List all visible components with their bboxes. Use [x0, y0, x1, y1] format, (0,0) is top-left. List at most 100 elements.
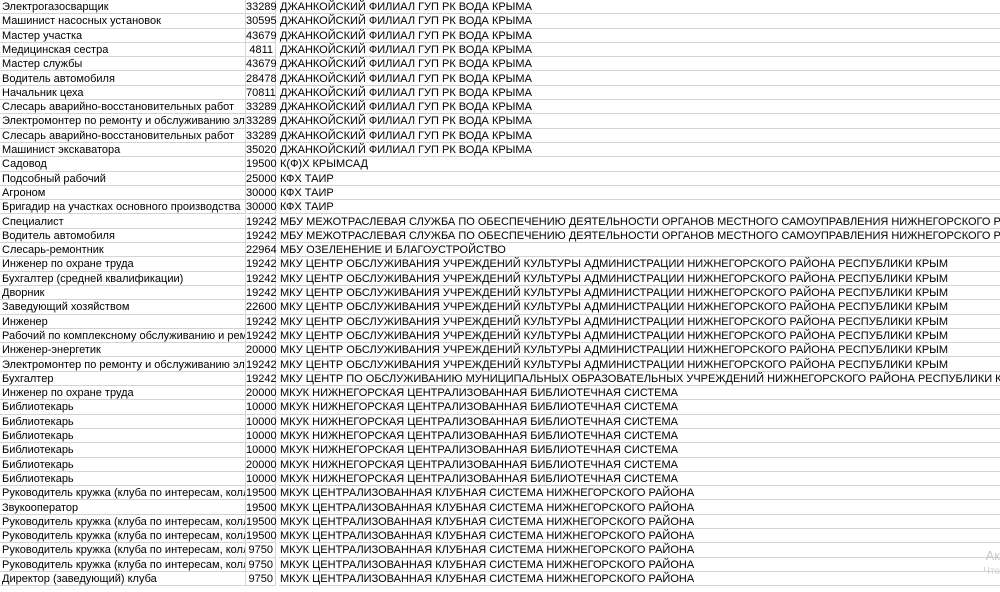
cell-position[interactable]: Электромонтер по ремонту и обслуживанию … [0, 114, 246, 129]
cell-employer[interactable]: ДЖАНКОЙСКИЙ ФИЛИАЛ ГУП РК ВОДА КРЫМА [279, 143, 1000, 158]
table-row[interactable]: Директор (заведующий) клуба 9750 МКУК ЦЕНТ… [0, 572, 1000, 587]
table-row[interactable]: Бригадир на участках основного производс… [0, 200, 1000, 215]
cell-employer[interactable]: ДЖАНКОЙСКИЙ ФИЛИАЛ ГУП РК ВОДА КРЫМА [279, 14, 1000, 29]
cell-employer[interactable]: МКУ ЦЕНТР ОБСЛУЖИВАНИЯ УЧРЕЖДЕНИЙ КУЛЬТУ… [279, 257, 1000, 272]
cell-salary[interactable]: 20000 [246, 343, 277, 358]
table-row[interactable]: Бухгалтер 19242 МКУ ЦЕНТР ПО ОБСЛУЖИВАНИЮ … [0, 371, 1000, 387]
cell-salary[interactable]: 30000 [246, 200, 277, 215]
cell-employer[interactable]: МКУ ЦЕНТР ПО ОБСЛУЖИВАНИЮ МУНИЦИПАЛЬНЫХ … [279, 372, 1000, 387]
cell-position[interactable]: Слесарь аварийно-восстановительных работ [0, 128, 246, 143]
cell-position[interactable]: Библиотекарь [0, 457, 246, 472]
cell-employer[interactable]: МКУК ЦЕНТРАЛИЗОВАННАЯ КЛУБНАЯ СИСТЕМА НИ… [279, 558, 1000, 572]
table-row[interactable]: Руководитель кружка (клуба по интересам,… [0, 529, 1000, 544]
cell-employer[interactable]: МКУК НИЖНЕГОРСКАЯ ЦЕНТРАЛИЗОВАННАЯ БИБЛИ… [279, 443, 1000, 458]
cell-employer[interactable]: ДЖАНКОЙСКИЙ ФИЛИАЛ ГУП РК ВОДА КРЫМА [279, 29, 1000, 43]
cell-employer[interactable]: МКУК НИЖНЕГОРСКАЯ ЦЕНТРАЛИЗОВАННАЯ БИБЛИ… [279, 415, 1000, 429]
cell-position[interactable]: Подсобный рабочий [0, 171, 246, 186]
table-row[interactable]: Звукооператор 19500 МКУК ЦЕНТРАЛИЗОВАННАЯ … [0, 500, 1000, 515]
cell-position[interactable]: Агроном [0, 185, 246, 201]
cell-salary[interactable]: 33289 [246, 128, 277, 143]
cell-salary[interactable]: 10000 [246, 443, 277, 458]
cell-salary[interactable]: 10000 [246, 414, 277, 429]
cell-position[interactable]: Инженер-энергетик [0, 343, 246, 358]
cell-employer[interactable]: МКУК НИЖНЕГОРСКАЯ ЦЕНТРАЛИЗОВАННАЯ БИБЛИ… [279, 472, 1000, 487]
cell-employer[interactable]: МКУК НИЖНЕГОРСКАЯ ЦЕНТРАЛИЗОВАННАЯ БИБЛИ… [279, 458, 1000, 472]
cell-employer[interactable]: МКУ ЦЕНТР ОБСЛУЖИВАНИЯ УЧРЕЖДЕНИЙ КУЛЬТУ… [279, 286, 1000, 301]
table-row[interactable]: Рабочий по комплексному обслуживанию и р… [0, 328, 1000, 344]
table-row[interactable]: Библиотекарь 10000 МКУК НИЖНЕГОРСКАЯ ЦЕНТР… [0, 414, 1000, 429]
cell-salary[interactable]: 33289 [246, 100, 277, 115]
cell-employer[interactable]: МКУК ЦЕНТРАЛИЗОВАННАЯ КЛУБНАЯ СИСТЕМА НИ… [279, 572, 1000, 587]
cell-position[interactable]: Дворник [0, 286, 246, 301]
cell-employer[interactable]: ДЖАНКОЙСКИЙ ФИЛИАЛ ГУП РК ВОДА КРЫМА [279, 100, 1000, 115]
cell-salary[interactable]: 22600 [246, 300, 277, 315]
cell-employer[interactable]: ДЖАНКОЙСКИЙ ФИЛИАЛ ГУП РК ВОДА КРЫМА [279, 86, 1000, 101]
table-row[interactable]: Электромонтер по ремонту и обслуживанию … [0, 357, 1000, 372]
cell-salary[interactable]: 19242 [246, 357, 277, 372]
cell-salary[interactable]: 19500 [246, 157, 277, 172]
cell-employer[interactable]: МКУ ЦЕНТР ОБСЛУЖИВАНИЯ УЧРЕЖДЕНИЙ КУЛЬТУ… [279, 300, 1000, 315]
cell-employer[interactable]: ДЖАНКОЙСКИЙ ФИЛИАЛ ГУП РК ВОДА КРЫМА [279, 57, 1000, 72]
cell-salary[interactable]: 9750 [246, 543, 276, 558]
table-row[interactable]: Мастер участка 43679 ДЖАНКОЙСКИЙ ФИЛИАЛ ГУ… [0, 28, 1000, 43]
cell-salary[interactable]: 10000 [246, 400, 277, 415]
cell-salary[interactable]: 43679 [246, 28, 277, 43]
table-row[interactable]: Слесарь аварийно-восстановительных работ… [0, 100, 1000, 115]
cell-position[interactable]: Слесарь аварийно-восстановительных работ [0, 100, 246, 115]
cell-position[interactable]: Руководитель кружка (клуба по интересам,… [0, 486, 246, 501]
cell-employer[interactable]: МБУ ОЗЕЛЕНЕНИЕ И БЛАГОУСТРОЙСТВО [279, 243, 1000, 258]
cell-salary[interactable]: 19242 [246, 271, 277, 286]
table-row[interactable]: Слесарь аварийно-восстановительных работ… [0, 128, 1000, 143]
table-row[interactable]: Специалист 19242 МБУ МЕЖОТРАСЛЕВАЯ СЛУЖБА … [0, 214, 1000, 229]
cell-salary[interactable]: 35020 [246, 143, 277, 158]
table-row[interactable]: Начальник цеха 70811 ДЖАНКОЙСКИЙ ФИЛИАЛ ГУ… [0, 85, 1000, 101]
cell-employer[interactable]: ДЖАНКОЙСКИЙ ФИЛИАЛ ГУП РК ВОДА КРЫМА [279, 129, 1000, 143]
table-row[interactable]: Электромонтер по ремонту и обслуживанию … [0, 114, 1000, 129]
cell-salary[interactable]: 22964 [246, 243, 277, 258]
cell-employer[interactable]: ДЖАНКОЙСКИЙ ФИЛИАЛ ГУП РК ВОДА КРЫМА [279, 72, 1000, 86]
cell-employer[interactable]: МКУК НИЖНЕГОРСКАЯ ЦЕНТРАЛИЗОВАННАЯ БИБЛИ… [279, 400, 1000, 415]
cell-position[interactable]: Инженер по охране труда [0, 257, 246, 272]
cell-position[interactable]: Водитель автомобиля [0, 71, 246, 86]
cell-salary[interactable]: 19500 [246, 529, 277, 544]
cell-employer[interactable]: МБУ МЕЖОТРАСЛЕВАЯ СЛУЖБА ПО ОБЕСПЕЧЕНИЮ … [279, 215, 1000, 229]
cell-position[interactable]: Инженер по охране труда [0, 386, 246, 401]
cell-salary[interactable]: 33289 [246, 0, 277, 15]
cell-employer[interactable]: МБУ МЕЖОТРАСЛЕВАЯ СЛУЖБА ПО ОБЕСПЕЧЕНИЮ … [279, 229, 1000, 244]
cell-salary[interactable]: 9750 [246, 572, 276, 587]
cell-salary[interactable]: 19500 [246, 486, 277, 501]
cell-employer[interactable]: КФХ ТАИР [279, 172, 1000, 186]
cell-salary[interactable]: 19242 [246, 257, 277, 272]
cell-salary[interactable]: 19242 [246, 228, 277, 244]
cell-employer[interactable]: МКУК НИЖНЕГОРСКАЯ ЦЕНТРАЛИЗОВАННАЯ БИБЛИ… [279, 386, 1000, 401]
cell-salary[interactable]: 19500 [246, 500, 277, 515]
table-row[interactable]: Руководитель кружка (клуба по интересам,… [0, 514, 1000, 530]
table-row[interactable]: Библиотекарь 10000 МКУК НИЖНЕГОРСКАЯ ЦЕНТР… [0, 429, 1000, 444]
cell-employer[interactable]: ДЖАНКОЙСКИЙ ФИЛИАЛ ГУП РК ВОДА КРЫМА [279, 43, 1000, 58]
cell-salary[interactable]: 33289 [246, 114, 277, 129]
table-row[interactable]: Библиотекарь 20000 МКУК НИЖНЕГОРСКАЯ ЦЕНТР… [0, 457, 1000, 472]
table-row[interactable]: Мастер службы 43679 ДЖАНКОЙСКИЙ ФИЛИАЛ ГУП… [0, 57, 1000, 72]
cell-salary[interactable]: 19242 [246, 371, 277, 387]
cell-position[interactable]: Библиотекарь [0, 414, 246, 429]
table-row[interactable]: Инженер-энергетик 20000 МКУ ЦЕНТР ОБСЛУЖИВ… [0, 343, 1000, 358]
cell-salary[interactable]: 43679 [246, 57, 277, 72]
table-row[interactable]: Подсобный рабочий 25000 КФХ ТАИР [0, 171, 1000, 186]
cell-position[interactable]: Библиотекарь [0, 429, 246, 444]
table-row[interactable]: Водитель автомобиля 28478 ДЖАНКОЙСКИЙ ФИЛИ… [0, 71, 1000, 86]
cell-employer[interactable]: МКУ ЦЕНТР ОБСЛУЖИВАНИЯ УЧРЕЖДЕНИЙ КУЛЬТУ… [279, 343, 1000, 358]
table-row[interactable]: Садовод 19500 К(Ф)Х КРЫМСАД [0, 157, 1000, 172]
cell-salary[interactable]: 19242 [246, 286, 277, 301]
cell-employer[interactable]: МКУК ЦЕНТРАЛИЗОВАННАЯ КЛУБНАЯ СИСТЕМА НИ… [279, 529, 1000, 544]
cell-employer[interactable]: МКУК ЦЕНТРАЛИЗОВАННАЯ КЛУБНАЯ СИСТЕМА НИ… [279, 501, 1000, 515]
table-row[interactable]: Дворник 19242 МКУ ЦЕНТР ОБСЛУЖИВАНИЯ УЧРЕЖ… [0, 286, 1000, 301]
table-row[interactable]: Инженер по охране труда 20000 МКУК НИЖНЕГО… [0, 386, 1000, 401]
cell-position[interactable]: Заведующий хозяйством [0, 300, 246, 315]
cell-employer[interactable]: МКУК НИЖНЕГОРСКАЯ ЦЕНТРАЛИЗОВАННАЯ БИБЛИ… [279, 429, 1000, 444]
cell-position[interactable]: Руководитель кружка (клуба по интересам,… [0, 529, 246, 544]
cell-position[interactable]: Мастер службы [0, 57, 246, 72]
cell-employer[interactable]: ДЖАНКОЙСКИЙ ФИЛИАЛ ГУП РК ВОДА КРЫМА [279, 114, 1000, 129]
table-row[interactable]: Инженер по охране труда 19242 МКУ ЦЕНТР ОБ… [0, 257, 1000, 272]
table-row[interactable]: Слесарь-ремонтник 22964 МБУ ОЗЕЛЕНЕНИЕ И Б… [0, 243, 1000, 258]
cell-employer[interactable]: МКУК ЦЕНТРАЛИЗОВАННАЯ КЛУБНАЯ СИСТЕМА НИ… [279, 543, 1000, 558]
